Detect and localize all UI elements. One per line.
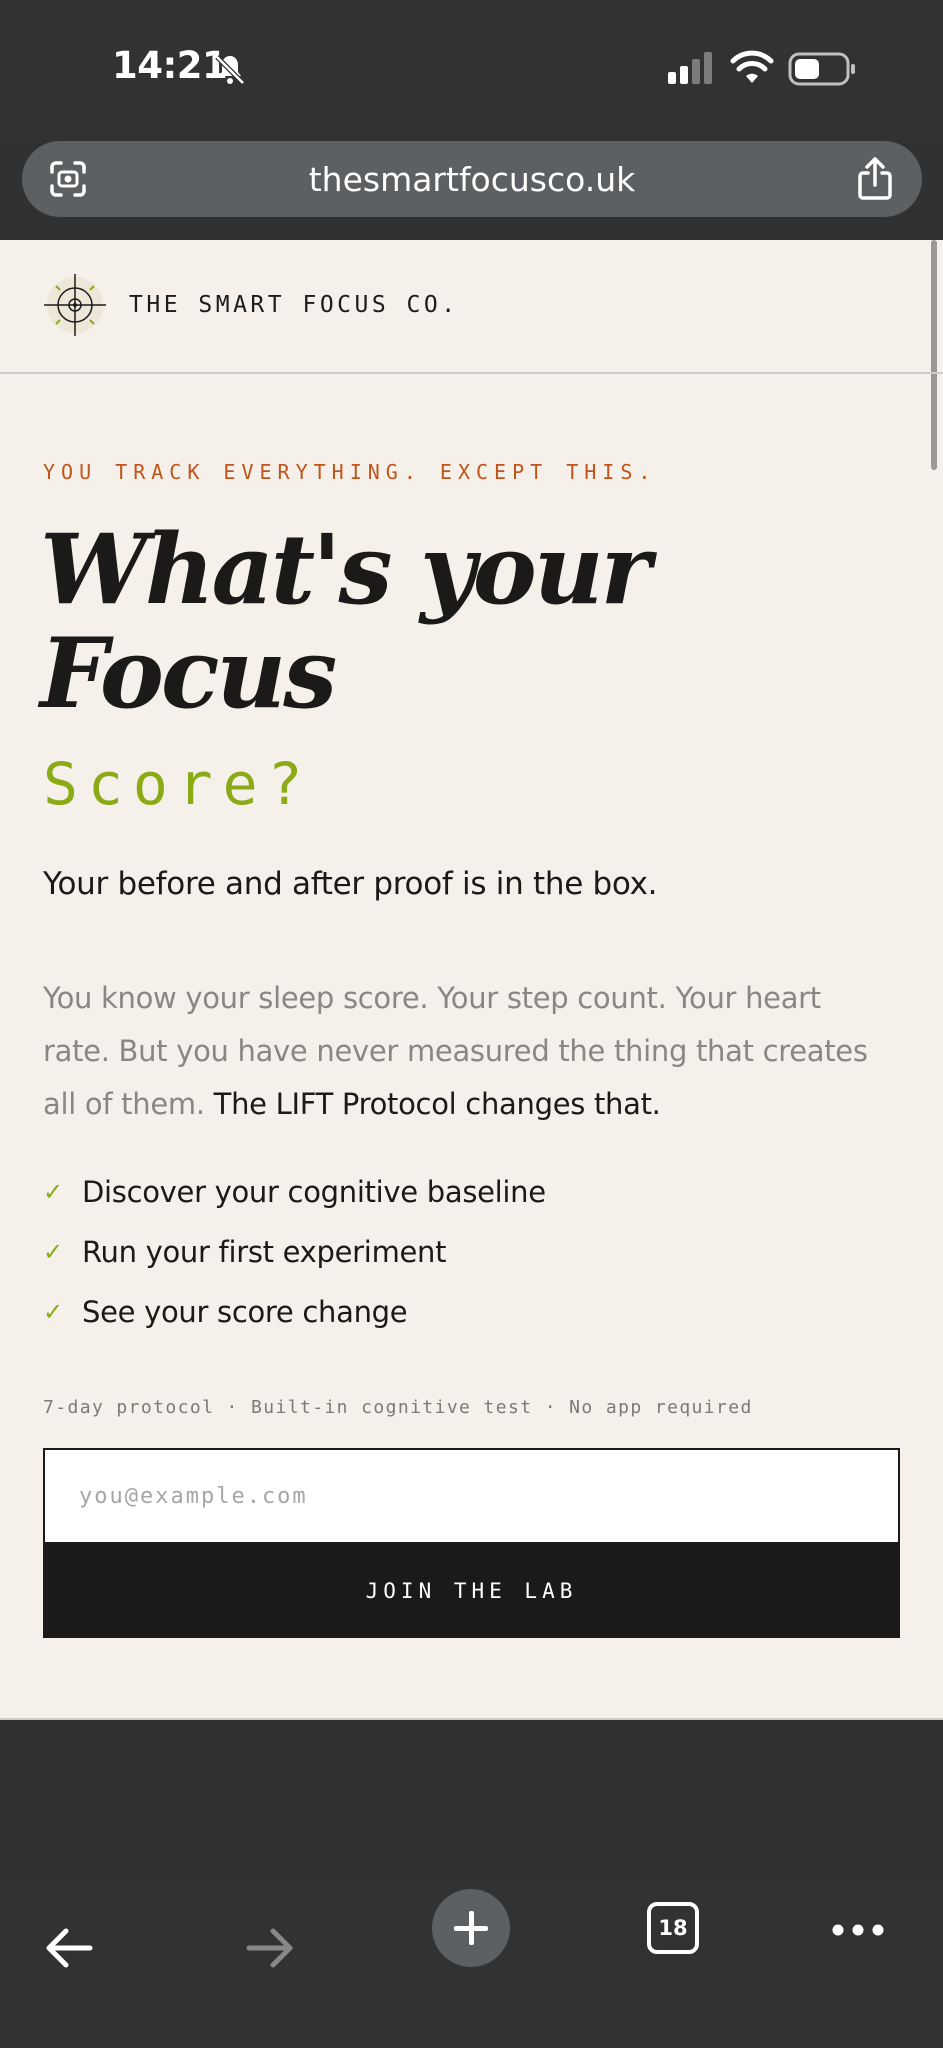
web-page: THE SMART FOCUS CO. YOU TRACK EVERYTHING… <box>0 240 943 1720</box>
hero-headline: What's your Focus <box>40 518 740 726</box>
status-time: 14:21 <box>112 44 228 87</box>
url-text[interactable]: thesmartfocusco.uk <box>22 160 922 199</box>
dark-section <box>0 1718 943 1720</box>
address-bar[interactable]: thesmartfocusco.uk <box>22 141 922 217</box>
list-item-label: Discover your cognitive baseline <box>82 1175 546 1209</box>
battery-icon <box>788 52 855 86</box>
hero-score-word: Score? <box>43 750 313 818</box>
hero-body-bold: The LIFT Protocol changes that. <box>213 1087 661 1121</box>
list-item: ✓ Discover your cognitive baseline <box>43 1162 546 1222</box>
list-item: ✓ See your score change <box>43 1282 546 1342</box>
protocol-meta: 7-day protocol · Built-in cognitive test… <box>43 1397 753 1418</box>
hero-eyebrow: YOU TRACK EVERYTHING. EXCEPT THIS. <box>43 460 657 484</box>
share-icon[interactable] <box>856 157 894 201</box>
email-field[interactable] <box>43 1448 900 1544</box>
browser-toolbar: 18 <box>0 1881 943 2048</box>
brand-name[interactable]: THE SMART FOCUS CO. <box>129 292 459 318</box>
join-the-lab-button[interactable]: JOIN THE LAB <box>43 1544 900 1638</box>
signal-icon <box>668 52 712 84</box>
benefits-list: ✓ Discover your cognitive baseline ✓ Run… <box>43 1162 546 1342</box>
headline-line-1: What's your <box>40 513 651 626</box>
checkmark-icon: ✓ <box>43 1298 64 1326</box>
wifi-icon <box>730 50 774 83</box>
status-bar: 14:21 <box>0 0 943 140</box>
checkmark-icon: ✓ <box>43 1238 64 1266</box>
site-header: THE SMART FOCUS CO. <box>0 240 943 374</box>
bell-muted-icon <box>215 55 245 85</box>
forward-arrow-icon[interactable] <box>245 1926 295 1970</box>
headline-line-2: Focus <box>40 617 337 730</box>
tab-switcher-button[interactable]: 18 <box>647 1902 699 1954</box>
hero-subheadline: Your before and after proof is in the bo… <box>43 866 658 902</box>
crosshair-logo-icon[interactable] <box>42 272 108 338</box>
back-arrow-icon[interactable] <box>44 1926 94 1970</box>
list-item-label: See your score change <box>82 1295 408 1329</box>
more-menu-icon[interactable] <box>832 1924 884 1936</box>
new-tab-plus-icon[interactable] <box>432 1889 510 1967</box>
checkmark-icon: ✓ <box>43 1178 64 1206</box>
list-item-label: Run your first experiment <box>82 1235 447 1269</box>
list-item: ✓ Run your first experiment <box>43 1222 546 1282</box>
hero-body: You know your sleep score. Your step cou… <box>43 972 893 1131</box>
